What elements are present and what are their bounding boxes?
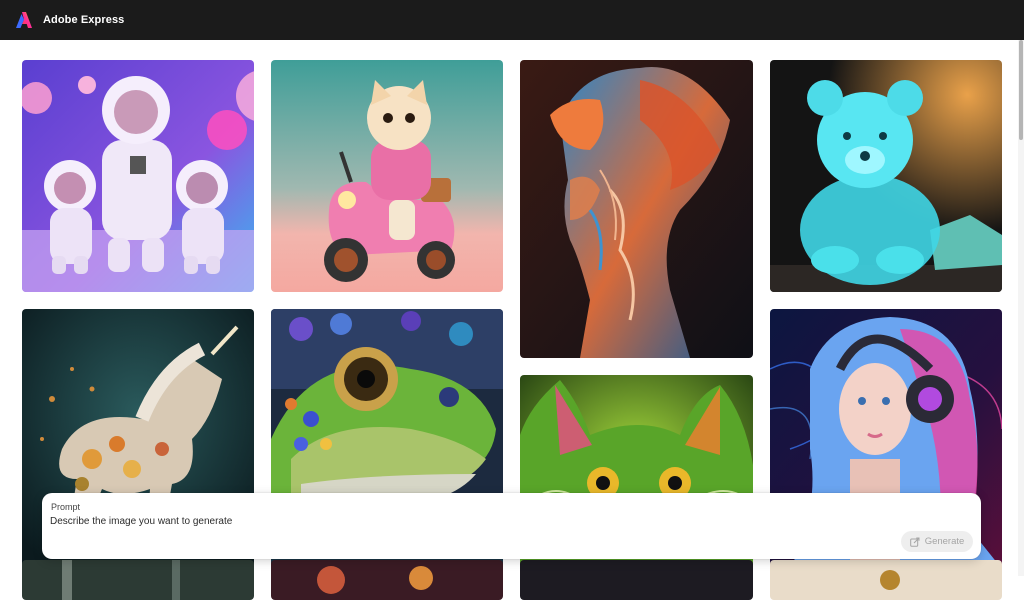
prompt-input[interactable] [50, 513, 750, 529]
prompt-label: Prompt [51, 502, 81, 512]
prompt-panel: Prompt Generate [42, 493, 981, 559]
generate-button[interactable]: Generate [901, 531, 973, 552]
gallery-image-wavy-paper-face[interactable] [520, 60, 753, 358]
gallery-image-cat-on-scooter[interactable] [271, 60, 503, 292]
gallery-image-forest[interactable] [22, 560, 254, 600]
gallery-image-warm-scene[interactable] [770, 560, 1002, 600]
gallery-image-coral[interactable] [271, 560, 503, 600]
gallery-image-crystal-bear[interactable] [770, 60, 1002, 292]
app-header: Adobe Express [0, 0, 1024, 40]
gallery-image-astronaut-family[interactable] [22, 60, 254, 292]
generate-label: Generate [924, 536, 965, 547]
app-title: Adobe Express [43, 14, 125, 26]
gallery-image-dark-scene[interactable] [520, 560, 753, 600]
scrollbar-thumb[interactable] [1019, 40, 1023, 140]
adobe-express-logo-icon[interactable] [15, 11, 33, 29]
generate-icon [909, 537, 920, 547]
page-scrollbar[interactable] [1018, 40, 1024, 576]
